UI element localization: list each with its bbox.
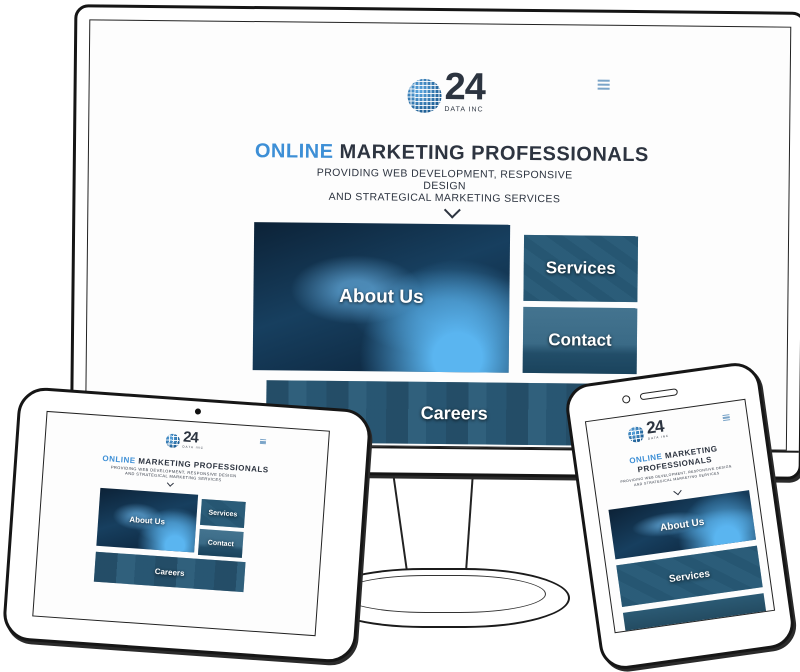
site-logo[interactable]: 24 DATA INC (407, 66, 486, 114)
services-tile[interactable]: Services (523, 234, 639, 303)
contact-tile[interactable]: Contact (522, 306, 638, 375)
phone-device: 24 DATA INC ONLINE MARKETING PROFESSIONA… (562, 359, 798, 672)
site-logo[interactable]: 24 DATA INC (165, 428, 205, 450)
phone-speaker (639, 388, 679, 401)
careers-label: Careers (420, 402, 488, 424)
contact-tile[interactable]: Contact (197, 528, 244, 558)
contact-label: Contact (207, 539, 235, 548)
monitor-base-inner (340, 575, 546, 613)
tablet-camera (194, 408, 202, 415)
chevron-down-icon[interactable] (673, 486, 682, 496)
phone-camera (621, 394, 631, 404)
responsive-mockup: 24 DATA INC ONLINE MARKETING PROFESSIONA… (0, 0, 800, 672)
careers-label: Careers (154, 566, 185, 578)
globe-logo-icon (627, 425, 646, 444)
logo-subtitle: DATA INC (182, 444, 204, 450)
services-label: Services (208, 508, 238, 518)
services-label: Services (545, 258, 616, 278)
about-us-label: About Us (129, 514, 166, 526)
hero-headline: ONLINE MARKETING PROFESSIONALS (255, 140, 649, 167)
phone-screen: 24 DATA INC ONLINE MARKETING PROFESSIONA… (584, 398, 776, 634)
about-us-tile[interactable]: About Us (252, 222, 511, 373)
about-us-label: About Us (659, 516, 706, 534)
hamburger-menu-icon[interactable] (722, 414, 731, 422)
hamburger-menu-icon[interactable] (259, 438, 267, 445)
chevron-down-icon[interactable] (166, 479, 174, 487)
contact-label: Contact (548, 330, 612, 350)
tablet-device: 24 DATA INC ONLINE MARKETING PROFESSIONA… (1, 385, 373, 665)
logo-subtitle: DATA INC (444, 106, 484, 114)
hamburger-menu-icon[interactable] (597, 79, 610, 90)
site-logo[interactable]: 24 DATA INC (626, 417, 669, 444)
globe-logo-icon (407, 78, 442, 114)
hero-subline: PROVIDING WEB DEVELOPMENT, RESPONSIVE DE… (294, 166, 594, 206)
services-label: Services (668, 567, 711, 585)
globe-logo-icon (165, 433, 181, 449)
about-us-tile[interactable]: About Us (96, 487, 199, 553)
tablet-screen: 24 DATA INC ONLINE MARKETING PROFESSIONA… (32, 410, 330, 637)
services-tile[interactable]: Services (200, 498, 246, 528)
subline-2: AND STRATEGICAL MARKETING SERVICES (328, 190, 561, 206)
subline-1: PROVIDING WEB DEVELOPMENT, RESPONSIVE DE… (316, 166, 573, 193)
careers-tile[interactable]: Careers (93, 551, 246, 593)
logo-number: 24 (444, 66, 486, 109)
logo-number: 24 (182, 428, 199, 447)
headline-accent: ONLINE (254, 140, 334, 163)
about-us-label: About Us (339, 285, 424, 308)
headline-rest: MARKETING PROFESSIONALS (339, 140, 649, 167)
